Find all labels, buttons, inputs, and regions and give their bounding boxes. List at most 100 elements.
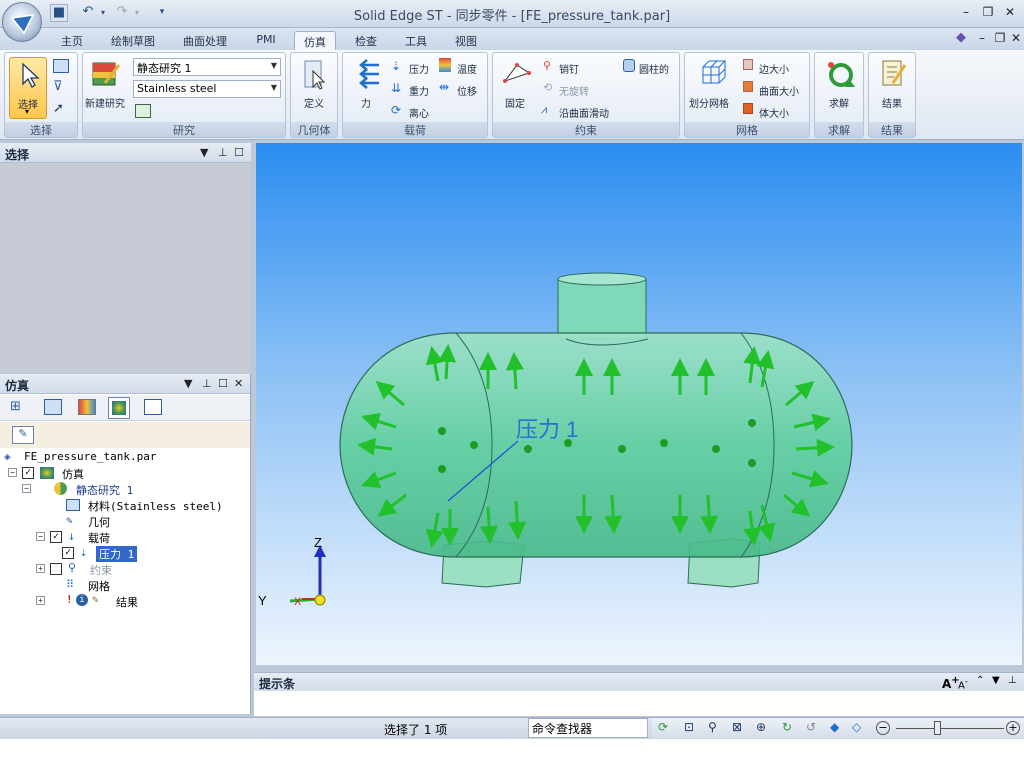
centrifugal-label[interactable]: 离心 xyxy=(409,105,429,120)
pressure-label[interactable]: 压力 xyxy=(409,61,429,76)
checkbox-loads[interactable]: ✓ xyxy=(50,531,62,543)
collapse-icon[interactable]: − xyxy=(8,468,17,477)
study-properties-icon[interactable] xyxy=(135,104,151,118)
doc-minimize-icon[interactable]: – xyxy=(974,31,990,45)
results-expand-icon[interactable]: + xyxy=(36,596,45,605)
new-study-label[interactable]: 新建研究 xyxy=(85,95,125,110)
zoom-area-icon[interactable]: ⊡ xyxy=(684,720,694,734)
tab-view[interactable]: 视图 xyxy=(446,31,486,50)
tree-study[interactable]: − 静态研究 1 xyxy=(20,481,220,497)
tab-simulation[interactable]: 仿真 xyxy=(294,31,336,50)
surface-size-label[interactable]: 曲面大小 xyxy=(759,83,799,98)
tab-sketch[interactable]: 绘制草图 xyxy=(104,31,162,50)
force-label[interactable]: 力 xyxy=(361,95,371,110)
new-study-icon[interactable] xyxy=(91,59,121,89)
tab-tools[interactable]: 工具 xyxy=(396,31,436,50)
view-orientation-icon[interactable]: ◆ xyxy=(830,720,839,734)
sim-maximize-panel-icon[interactable]: ☐ xyxy=(218,377,228,390)
tree-mesh[interactable]: ⠿ 网格 xyxy=(66,577,186,593)
fixed-label[interactable]: 固定 xyxy=(505,95,525,110)
graphics-viewport[interactable]: 压力 1 Z Y X xyxy=(256,143,1022,665)
prompt-pin-icon[interactable]: ⊥ xyxy=(1008,675,1017,686)
edit-definition-icon[interactable]: ✎ xyxy=(12,426,34,444)
results-label[interactable]: 结果 xyxy=(869,95,915,110)
displacement-label[interactable]: 位移 xyxy=(457,83,477,98)
undo-icon[interactable]: ↶ xyxy=(78,4,98,22)
pin-label[interactable]: 销钉 xyxy=(559,61,579,76)
tank-model[interactable]: 压力 1 Z Y X xyxy=(256,143,1022,665)
rotate-icon[interactable]: ↻ xyxy=(782,720,792,734)
select-options-icon[interactable]: ➚ xyxy=(53,101,64,116)
redo-dropdown-icon[interactable]: ▾ xyxy=(132,8,142,26)
fit-icon[interactable]: ⊠ xyxy=(732,720,742,734)
customize-quick-access-icon[interactable]: ▾ xyxy=(156,7,168,25)
gravity-label[interactable]: 重力 xyxy=(409,83,429,98)
restore-icon[interactable]: ❐ xyxy=(980,5,996,19)
undo-dropdown-icon[interactable]: ▾ xyxy=(98,8,108,26)
tree-results[interactable]: + ! i ✎ 结果 xyxy=(34,593,184,609)
select-tool-button[interactable]: 选择 ▾ xyxy=(9,57,47,119)
view-style-icon[interactable]: ◇ xyxy=(852,720,861,734)
pan-icon[interactable]: ⊕ xyxy=(756,720,766,734)
layers-icon[interactable] xyxy=(44,399,62,415)
prompt-dropdown-icon[interactable]: ▼ xyxy=(992,675,1000,686)
define-label[interactable]: 定义 xyxy=(291,95,337,110)
doc-restore-icon[interactable]: ❐ xyxy=(992,31,1008,45)
solve-icon[interactable] xyxy=(825,59,855,89)
zoom-in-icon[interactable]: + xyxy=(1006,721,1020,735)
maximize-panel-icon[interactable]: ☐ xyxy=(234,146,244,159)
sim-close-panel-icon[interactable]: ✕ xyxy=(234,377,243,390)
tab-pmi[interactable]: PMI xyxy=(248,31,284,50)
checkbox-load-item[interactable]: ✓ xyxy=(62,547,74,559)
tree-constraints[interactable]: + ⚲ 约束 xyxy=(34,561,184,577)
tree-geometry[interactable]: ✎ 几何 xyxy=(66,513,186,529)
sim-panel-dropdown-icon[interactable]: ▼ xyxy=(184,377,192,390)
pressure-annotation[interactable]: 压力 1 xyxy=(516,417,578,442)
zoom-out-icon[interactable]: − xyxy=(876,721,890,735)
define-geometry-icon[interactable] xyxy=(303,59,327,91)
checkbox-constraints[interactable] xyxy=(50,563,62,575)
study-collapse-icon[interactable]: − xyxy=(22,484,31,493)
tab-home[interactable]: 主页 xyxy=(52,31,92,50)
minimize-icon[interactable]: – xyxy=(958,5,974,19)
command-finder-input[interactable]: 命令查找器 xyxy=(528,718,648,738)
results-icon[interactable] xyxy=(879,59,907,89)
tree-load-item[interactable]: ✓ ⇣ 压力 1 xyxy=(60,545,150,562)
material-select[interactable]: Stainless steel ▼ xyxy=(133,80,281,98)
close-icon[interactable]: ✕ xyxy=(1002,5,1018,19)
zoom-icon[interactable]: ⚲ xyxy=(708,720,717,734)
mesh-label[interactable]: 划分网格 xyxy=(689,95,729,110)
constraints-expand-icon[interactable]: + xyxy=(36,564,45,573)
report-icon[interactable] xyxy=(144,399,162,415)
tab-inspect[interactable]: 检查 xyxy=(346,31,386,50)
tree-loads[interactable]: − ✓ ↓ 载荷 xyxy=(34,529,184,545)
help-icon[interactable]: ◆ xyxy=(956,30,966,45)
panel-dropdown-icon[interactable]: ▼ xyxy=(200,146,208,159)
tree-material[interactable]: 材料(Stainless steel) xyxy=(66,497,246,513)
chart-icon[interactable] xyxy=(78,399,96,415)
fixed-icon[interactable] xyxy=(501,59,533,89)
force-icon[interactable] xyxy=(353,59,381,89)
temperature-label[interactable]: 温度 xyxy=(457,61,477,76)
tree-view-icon[interactable]: ⊞ xyxy=(10,399,21,414)
redo-icon[interactable]: ↷ xyxy=(112,4,132,22)
solve-label[interactable]: 求解 xyxy=(815,95,863,110)
sim-pin-panel-icon[interactable]: ⊥ xyxy=(202,377,212,390)
mesh-icon[interactable] xyxy=(699,59,729,89)
loads-collapse-icon[interactable]: − xyxy=(36,532,45,541)
zoom-slider-track[interactable] xyxy=(896,728,1004,729)
font-decrease-icon[interactable]: A- xyxy=(958,676,968,691)
tree-simulation[interactable]: − ✓ 仿真 xyxy=(6,465,236,481)
filter-icon[interactable]: ⊽ xyxy=(53,79,63,94)
application-button[interactable] xyxy=(2,2,42,42)
results-view-tab[interactable] xyxy=(108,397,130,419)
body-size-label[interactable]: 体大小 xyxy=(759,105,789,120)
doc-close-icon[interactable]: ✕ xyxy=(1008,31,1024,45)
slide-label[interactable]: 沿曲面滑动 xyxy=(559,105,609,120)
zoom-slider-thumb[interactable] xyxy=(934,721,941,735)
tab-surfacing[interactable]: 曲面处理 xyxy=(176,31,234,50)
refresh-icon[interactable]: ⟳ xyxy=(658,720,668,734)
edge-size-label[interactable]: 边大小 xyxy=(759,61,789,76)
checkbox-sim[interactable]: ✓ xyxy=(22,467,34,479)
study-select[interactable]: 静态研究 1 ▼ xyxy=(133,58,281,76)
